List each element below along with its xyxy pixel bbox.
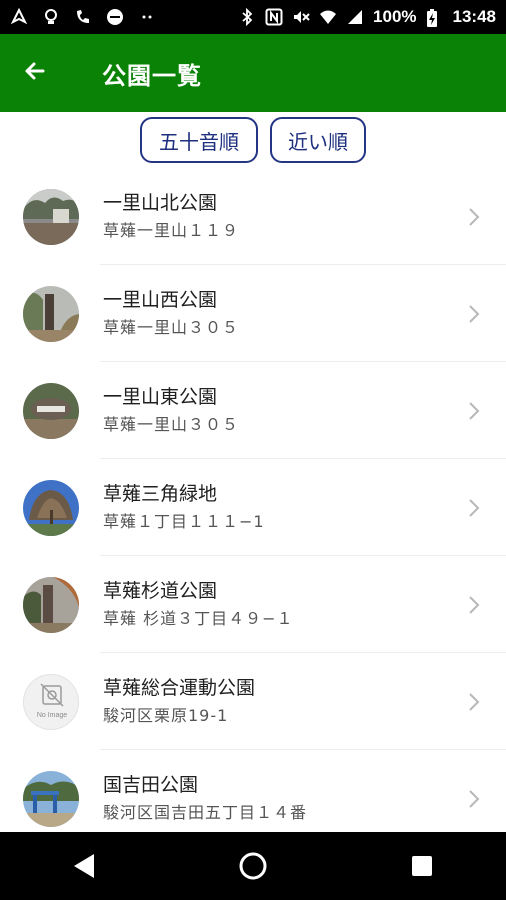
park-list: 一里山北公園 草薙一里山１１９ 一里山西公園 草薙一里山３０５ 一里山東公園 草… [0,168,506,847]
lightbulb-icon [42,8,60,26]
wifi-calling-icon [74,8,92,26]
do-not-disturb-icon [106,8,124,26]
park-name: 国吉田公園 [103,774,199,796]
park-list-item[interactable]: 一里山北公園 草薙一里山１１９ [0,168,506,265]
sort-alphabetical-button[interactable]: 五十音順 [140,117,258,163]
park-thumbnail [23,188,79,245]
chevron-right-icon [454,391,494,431]
park-address: 草薙一里山１１９ [103,221,240,240]
park-address: 駿河区栗原19-1 [103,706,229,725]
park-thumbnail [23,479,79,536]
chevron-right-icon [454,294,494,334]
system-navigation-bar [0,832,506,900]
app-bar: 公園一覧 [0,34,506,112]
nav-back-button[interactable] [54,836,114,896]
park-name: 一里山北公園 [103,192,218,214]
chevron-right-icon [454,488,494,528]
park-thumbnail [23,382,79,439]
mute-icon [292,8,310,26]
park-list-item[interactable]: No Image 草薙総合運動公園 駿河区栗原19-1 [0,653,506,750]
nav-home-button[interactable] [223,836,283,896]
more-dots-icon [138,8,156,26]
park-list-item[interactable]: 一里山東公園 草薙一里山３０５ [0,362,506,459]
park-name: 一里山西公園 [103,289,218,311]
battery-charging-icon [426,8,444,27]
page-title: 公園一覧 [102,61,202,90]
chevron-right-icon [454,585,494,625]
park-list-item[interactable]: 草薙杉道公園 草薙 杉道３丁目４９−１ [0,556,506,653]
back-button[interactable] [0,34,70,112]
back-arrow-icon [23,59,47,87]
navigation-arrow-icon [10,7,28,26]
triangle-back-icon [74,854,95,878]
park-thumbnail [23,285,79,342]
status-bar: 100% 13:48 [0,0,506,34]
park-list-item[interactable]: 一里山西公園 草薙一里山３０５ [0,265,506,362]
square-recents-icon [411,856,432,876]
signal-icon [346,8,364,26]
park-address: 草薙１丁目１１１−1 [103,512,265,531]
bluetooth-icon [238,7,256,27]
no-image-icon: No Image [37,682,67,719]
chevron-right-icon [454,779,494,819]
wifi-icon [319,8,337,26]
battery-percent: 100% [373,7,417,26]
park-list-item[interactable]: 草薙三角緑地 草薙１丁目１１１−1 [0,459,506,556]
nfc-icon [265,8,283,26]
park-name: 草薙杉道公園 [103,580,218,602]
park-name: 草薙総合運動公園 [103,677,256,699]
park-thumbnail [23,770,79,827]
home-circle-icon [239,852,267,880]
park-thumbnail [23,576,79,633]
sort-nearest-button[interactable]: 近い順 [270,117,366,163]
park-address: 駿河区国吉田五丁目１４番 [103,803,308,822]
nav-recents-button[interactable] [392,836,452,896]
no-image-label: No Image [37,712,67,719]
clock: 13:48 [452,7,496,26]
park-address: 草薙 杉道３丁目４９−１ [103,609,294,628]
no-image-thumbnail: No Image [23,673,79,730]
park-name: 一里山東公園 [103,386,218,408]
park-address: 草薙一里山３０５ [103,318,240,337]
chevron-right-icon [454,682,494,722]
sort-options: 五十音順 近い順 [0,117,506,165]
park-name: 草薙三角緑地 [103,483,218,505]
park-address: 草薙一里山３０５ [103,415,240,434]
chevron-right-icon [454,197,494,237]
